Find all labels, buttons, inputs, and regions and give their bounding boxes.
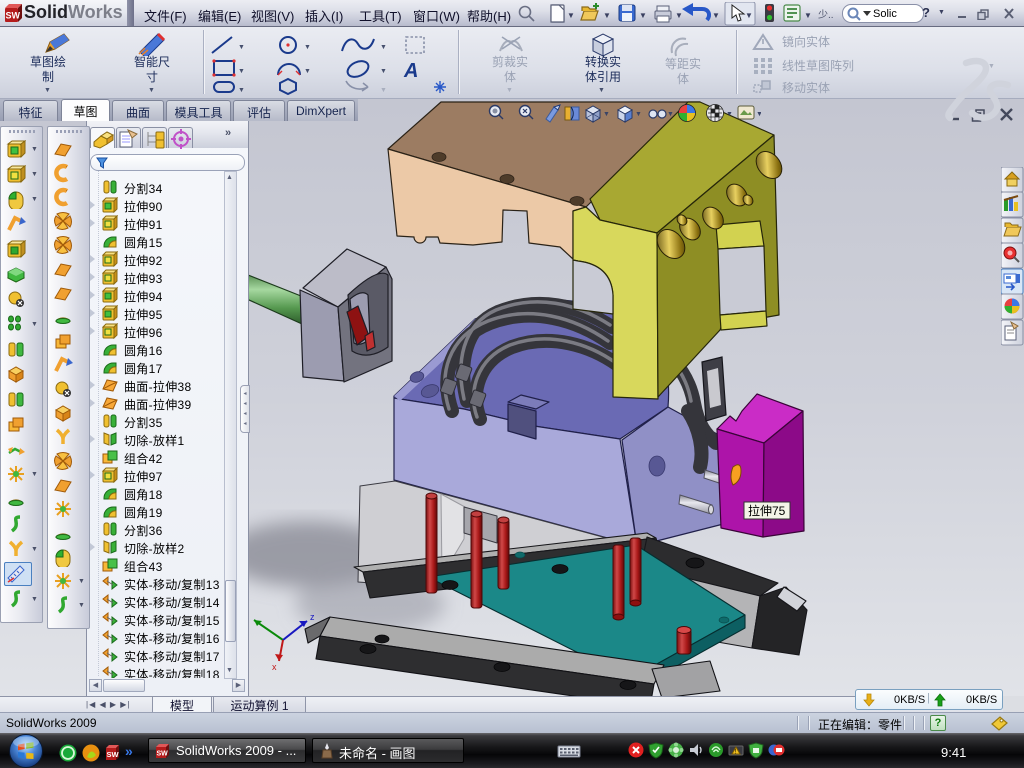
svg-text:▼: ▼ [639, 11, 647, 20]
svg-text:SW: SW [6, 11, 21, 21]
svg-text:SW: SW [107, 750, 120, 759]
svg-text:z: z [310, 612, 315, 622]
svg-text:A: A [403, 60, 418, 82]
svg-text:▼: ▼ [603, 11, 611, 20]
svg-text:▼: ▼ [238, 68, 245, 75]
svg-text:▼: ▼ [304, 68, 311, 75]
svg-text:▼: ▼ [726, 111, 733, 118]
svg-text:▼: ▼ [304, 44, 311, 51]
svg-text:少..: 少.. [818, 9, 834, 21]
svg-text:▼: ▼ [804, 11, 812, 20]
svg-text:▼: ▼ [756, 111, 761, 118]
svg-text:拉伸75: 拉伸75 [748, 503, 786, 518]
svg-text:»: » [125, 744, 133, 759]
svg-text:▼: ▼ [745, 11, 753, 20]
svg-text:▼: ▼ [635, 111, 642, 118]
svg-text:SW: SW [157, 751, 169, 758]
svg-text:▼: ▼ [380, 87, 387, 94]
svg-text:x: x [272, 662, 277, 672]
svg-text:▼: ▼ [238, 87, 245, 94]
svg-text:▼: ▼ [712, 11, 720, 20]
svg-text:▼: ▼ [603, 111, 610, 118]
svg-text:▼: ▼ [675, 11, 683, 20]
svg-text:Solic: Solic [873, 8, 897, 20]
svg-text:▼: ▼ [380, 44, 387, 51]
svg-text:▼: ▼ [238, 44, 245, 51]
svg-text:▼: ▼ [667, 111, 674, 118]
svg-text:▼: ▼ [567, 11, 575, 20]
svg-text:▼: ▼ [380, 68, 387, 75]
